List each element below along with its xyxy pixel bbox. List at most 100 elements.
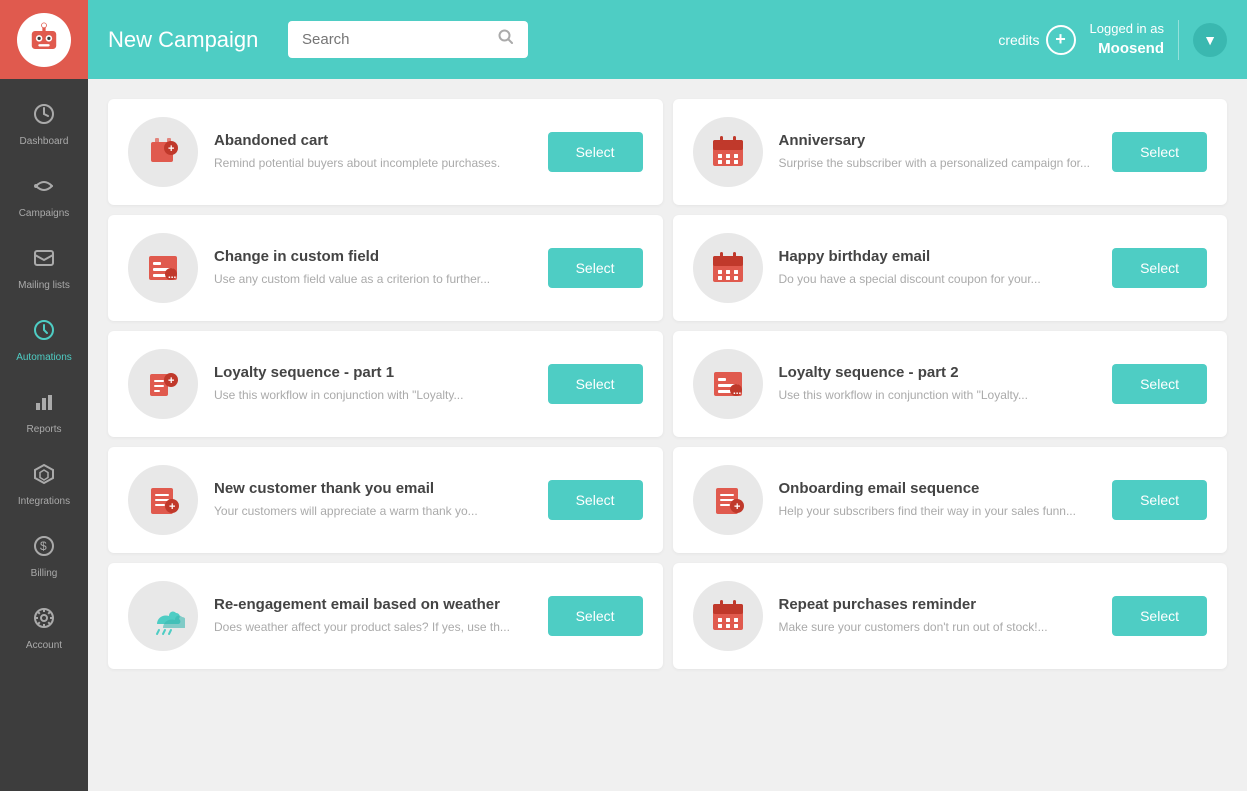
logged-in-label: Logged in as (1090, 20, 1164, 38)
main-area: New Campaign credits + Logged in as Moos… (88, 0, 1247, 791)
select-button[interactable]: Select (548, 132, 643, 172)
card-icon-wrap: + (128, 465, 198, 535)
sidebar-item-account[interactable]: Account (0, 593, 88, 665)
card-description: Remind potential buyers about incomplete… (214, 155, 532, 172)
sidebar-item-billing[interactable]: $ Billing (0, 521, 88, 593)
svg-text:+: + (168, 143, 174, 155)
card-icon-wrap: + (128, 117, 198, 187)
svg-text:$: $ (40, 539, 47, 553)
card-text: New customer thank you email Your custom… (214, 480, 532, 520)
card-onboarding: + Onboarding email sequence Help your su… (673, 447, 1228, 553)
card-title: Loyalty sequence - part 2 (779, 364, 1097, 381)
select-button[interactable]: Select (1112, 132, 1207, 172)
sidebar-item-label: Account (26, 640, 62, 651)
svg-text:...: ... (733, 386, 742, 397)
app-logo (17, 13, 71, 67)
topbar-right: credits + Logged in as Moosend ▼ (998, 20, 1227, 60)
card-change-custom-field: ... Change in custom field Use any custo… (108, 215, 663, 321)
svg-text:+: + (168, 375, 174, 387)
card-title: Loyalty sequence - part 1 (214, 364, 532, 381)
card-title: Onboarding email sequence (779, 480, 1097, 497)
sidebar-item-label: Mailing lists (18, 280, 70, 291)
select-button[interactable]: Select (548, 364, 643, 404)
card-title: Re-engagement email based on weather (214, 596, 532, 613)
select-button[interactable]: Select (548, 480, 643, 520)
card-title: Change in custom field (214, 248, 532, 265)
integrations-icon (33, 463, 55, 491)
card-icon-wrap (693, 117, 763, 187)
content-area: + Abandoned cart Remind potential buyers… (88, 79, 1247, 791)
credits-plus-icon: + (1046, 25, 1076, 55)
card-text: Re-engagement email based on weather Doe… (214, 596, 532, 636)
sidebar-item-label: Integrations (18, 496, 70, 507)
sidebar-item-reports[interactable]: Reports (0, 377, 88, 449)
card-icon-wrap: + (128, 349, 198, 419)
cards-grid: + Abandoned cart Remind potential buyers… (108, 99, 1227, 669)
search-input[interactable] (302, 31, 490, 48)
card-text: Loyalty sequence - part 1 Use this workf… (214, 364, 532, 404)
sidebar-item-label: Automations (16, 352, 72, 363)
chevron-down-icon: ▼ (1203, 32, 1217, 48)
topbar: New Campaign credits + Logged in as Moos… (88, 0, 1247, 79)
select-button[interactable]: Select (1112, 248, 1207, 288)
page-title: New Campaign (108, 27, 268, 53)
card-happy-birthday: Happy birthday email Do you have a speci… (673, 215, 1228, 321)
card-icon-wrap (128, 581, 198, 651)
card-icon-wrap: ... (128, 233, 198, 303)
sidebar-item-label: Dashboard (20, 136, 69, 147)
topbar-divider (1178, 20, 1179, 60)
card-description: Does weather affect your product sales? … (214, 619, 532, 636)
sidebar-item-label: Billing (31, 568, 58, 579)
select-button[interactable]: Select (1112, 364, 1207, 404)
card-title: Anniversary (779, 132, 1097, 149)
card-text: Onboarding email sequence Help your subs… (779, 480, 1097, 520)
sidebar-item-mailing-lists[interactable]: Mailing lists (0, 233, 88, 305)
reports-icon (33, 391, 55, 419)
sidebar-item-automations[interactable]: Automations (0, 305, 88, 377)
billing-icon: $ (33, 535, 55, 563)
card-icon-wrap: ... (693, 349, 763, 419)
svg-text:...: ... (168, 270, 177, 281)
campaigns-icon (33, 175, 55, 203)
card-text: Change in custom field Use any custom fi… (214, 248, 532, 288)
svg-text:+: + (734, 501, 740, 513)
sidebar-item-label: Campaigns (19, 208, 70, 219)
select-button[interactable]: Select (1112, 480, 1207, 520)
user-dropdown-button[interactable]: ▼ (1193, 23, 1227, 57)
automations-icon (33, 319, 55, 347)
select-button[interactable]: Select (1112, 596, 1207, 636)
sidebar-item-integrations[interactable]: Integrations (0, 449, 88, 521)
card-description: Make sure your customers don't run out o… (779, 619, 1097, 636)
credits-button[interactable]: credits + (998, 25, 1075, 55)
sidebar-item-campaigns[interactable]: Campaigns (0, 161, 88, 233)
card-title: Abandoned cart (214, 132, 532, 149)
card-repeat-purchases: Repeat purchases reminder Make sure your… (673, 563, 1228, 669)
sidebar: Dashboard Campaigns Mailing lists (0, 0, 88, 791)
select-button[interactable]: Select (548, 248, 643, 288)
card-title: New customer thank you email (214, 480, 532, 497)
account-icon (33, 607, 55, 635)
select-button[interactable]: Select (548, 596, 643, 636)
logged-in-user: Moosend (1090, 38, 1164, 59)
card-text: Anniversary Surprise the subscriber with… (779, 132, 1097, 172)
logged-in-info: Logged in as Moosend (1090, 20, 1164, 59)
card-icon-wrap: + (693, 465, 763, 535)
card-description: Use this workflow in conjunction with "L… (214, 387, 532, 404)
card-icon-wrap (693, 581, 763, 651)
card-description: Surprise the subscriber with a personali… (779, 155, 1097, 172)
mailing-lists-icon (33, 247, 55, 275)
search-icon (498, 29, 514, 50)
card-text: Repeat purchases reminder Make sure your… (779, 596, 1097, 636)
sidebar-item-dashboard[interactable]: Dashboard (0, 89, 88, 161)
card-loyalty-part1: + Loyalty sequence - part 1 Use this wor… (108, 331, 663, 437)
card-reengagement-weather: Re-engagement email based on weather Doe… (108, 563, 663, 669)
dashboard-icon (33, 103, 55, 131)
card-title: Happy birthday email (779, 248, 1097, 265)
sidebar-nav: Dashboard Campaigns Mailing lists (0, 79, 88, 791)
card-description: Help your subscribers find their way in … (779, 503, 1097, 520)
card-description: Use this workflow in conjunction with "L… (779, 387, 1097, 404)
search-box (288, 21, 528, 58)
card-text: Happy birthday email Do you have a speci… (779, 248, 1097, 288)
card-new-customer-thankyou: + New customer thank you email Your cust… (108, 447, 663, 553)
card-description: Do you have a special discount coupon fo… (779, 271, 1097, 288)
